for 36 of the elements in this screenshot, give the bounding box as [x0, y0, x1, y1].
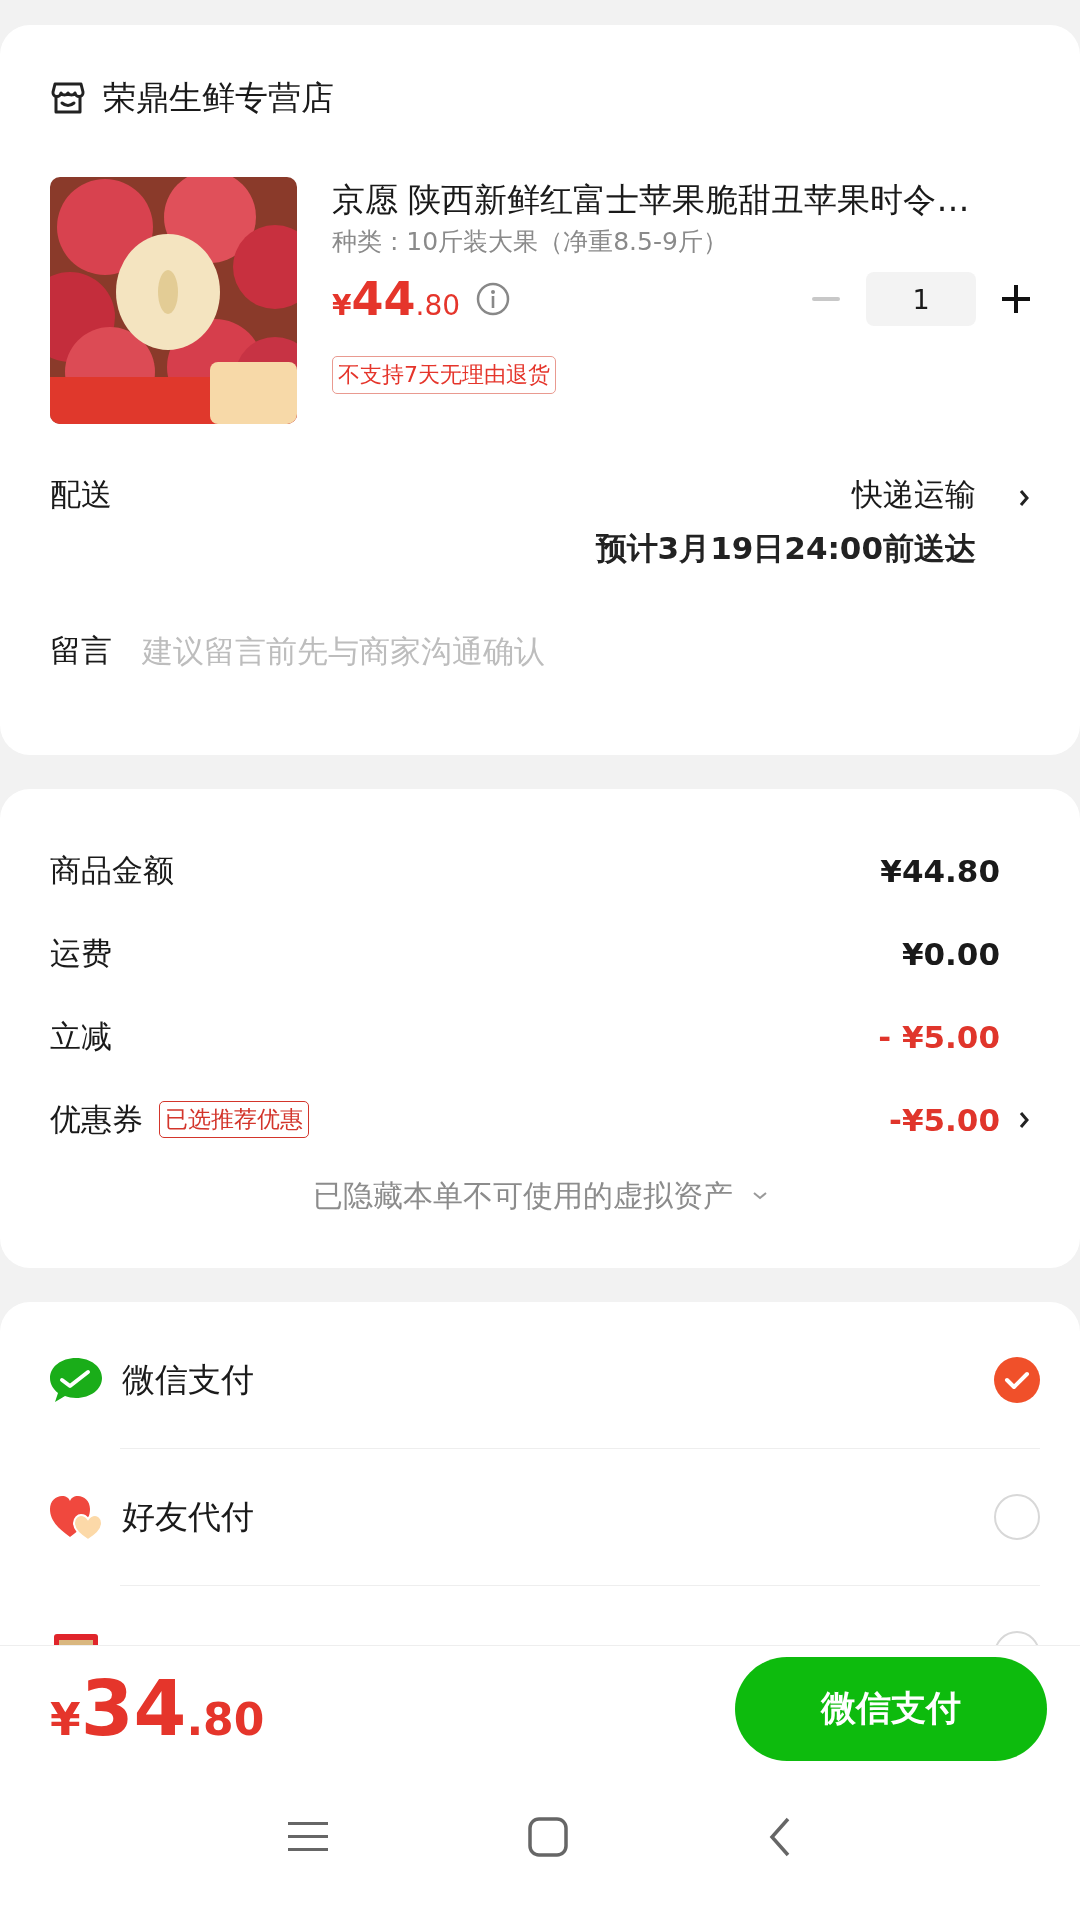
chat-bubble-check-icon [48, 1356, 104, 1404]
message-field[interactable]: 建议留言前先与商家沟通确认 [142, 633, 1030, 669]
product-price: ¥44.80 [332, 272, 461, 326]
info-icon[interactable] [476, 282, 511, 316]
back-icon[interactable] [768, 1817, 792, 1857]
delivery-method[interactable]: 快递运输 [852, 474, 976, 516]
coupon-badge: 已选推荐优惠 [159, 1101, 309, 1138]
total-price: ¥34.80 [50, 1664, 265, 1753]
summary-value: ¥0.00 [901, 935, 1000, 972]
summary-value: ¥44.80 [880, 852, 1000, 889]
product-title[interactable]: 京愿 陕西新鲜红富士苹果脆甜丑苹果时令… [332, 179, 970, 221]
radio-button[interactable] [994, 1357, 1040, 1403]
summary-value: - ¥5.00 [878, 1018, 1000, 1055]
menu-icon[interactable] [288, 1820, 328, 1854]
summary-label: 商品金额 [50, 850, 174, 890]
summary-label: 优惠券 [50, 1099, 143, 1139]
delivery-label: 配送 [50, 475, 112, 514]
return-policy-tag: 不支持7天无理由退货 [332, 356, 556, 394]
plus-icon[interactable] [1002, 285, 1030, 313]
product-spec: 种类 : 10斤装大果（净重8.5-9斤） [332, 226, 728, 258]
summary-value[interactable]: -¥5.00 [889, 1101, 1000, 1138]
chevron-down-icon[interactable] [753, 1192, 767, 1200]
message-label: 留言 [50, 631, 112, 670]
home-square-icon[interactable] [528, 1817, 568, 1857]
hearts-icon [48, 1493, 104, 1541]
shop-name[interactable]: 荣鼎生鲜专营店 [103, 75, 334, 121]
payment-method-label[interactable]: 微信支付 [122, 1357, 254, 1403]
store-icon [50, 80, 86, 116]
delivery-eta: 预计3月19日24:00前送达 [595, 529, 976, 568]
summary-label: 立减 [50, 1016, 112, 1056]
chevron-right-icon[interactable] [1018, 488, 1030, 508]
quantity-field[interactable]: 1 [866, 272, 976, 326]
payment-method-label[interactable]: 好友代付 [122, 1494, 254, 1540]
radio-button[interactable] [994, 1494, 1040, 1540]
chevron-right-icon[interactable] [1018, 1109, 1030, 1130]
summary-label: 运费 [50, 933, 112, 973]
